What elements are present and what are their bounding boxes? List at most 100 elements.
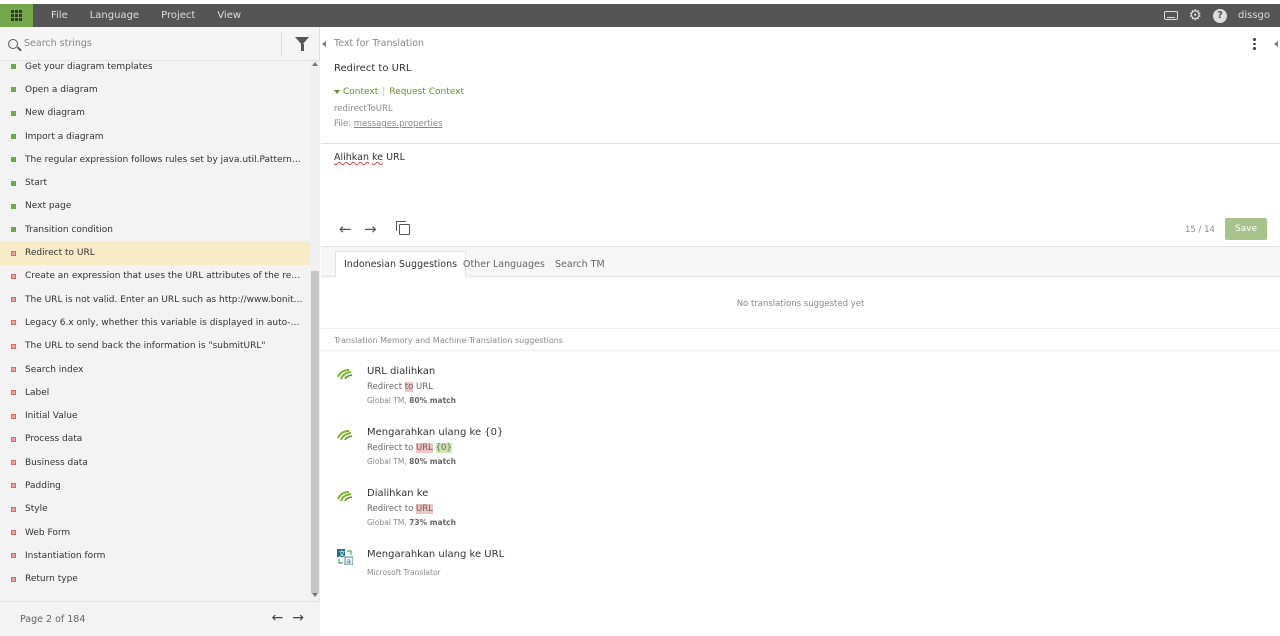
- string-label: Legacy 6.x only, whether this variable i…: [25, 317, 303, 328]
- string-list-item[interactable]: Business data: [0, 451, 310, 474]
- diff-inserted: {0}: [435, 443, 452, 453]
- string-list-item[interactable]: Instantiation form: [0, 544, 310, 567]
- string-list-item[interactable]: Next page: [0, 195, 310, 218]
- suggestion-title: Mengarahkan ulang ke {0}: [367, 427, 504, 438]
- next-string-arrow-right-icon[interactable]: →: [364, 222, 377, 237]
- top-bar: File Language Project View ⚙ ? dissgo: [0, 4, 1280, 27]
- source-part: Redirect to: [367, 443, 416, 453]
- tm-icon: [337, 491, 353, 502]
- string-list-item[interactable]: Import a diagram: [0, 125, 310, 148]
- user-name[interactable]: dissgo: [1238, 10, 1270, 21]
- menu-project[interactable]: Project: [161, 10, 195, 21]
- suggestion-source: Redirect to URL {0}: [367, 443, 452, 453]
- next-page-arrow-right-icon[interactable]: →: [292, 611, 304, 625]
- meta-source: Global TM,: [367, 396, 407, 405]
- prev-page-arrow-left-icon[interactable]: ←: [272, 611, 284, 625]
- string-label: Web Form: [25, 527, 71, 538]
- file-link[interactable]: messages.properties: [354, 119, 443, 129]
- microsoft-translator-icon: 文 a: [337, 549, 353, 565]
- collapse-right-icon[interactable]: [1274, 41, 1278, 47]
- search-input[interactable]: [24, 38, 274, 49]
- suggestion-item[interactable]: Mengarahkan ulang ke {0} Redirect to URL…: [321, 421, 1280, 476]
- suggestion-source: Redirect to URL: [367, 382, 433, 392]
- string-label: Business data: [25, 457, 88, 468]
- string-list-scrollbar[interactable]: [310, 61, 320, 599]
- string-list-item[interactable]: New diagram: [0, 102, 310, 125]
- search-icon: [8, 38, 18, 49]
- file-prefix: File:: [334, 119, 352, 129]
- empty-message: No translations suggested yet: [736, 299, 865, 309]
- suggestion-source: Redirect to URL: [367, 504, 433, 514]
- string-label: Search index: [25, 364, 84, 375]
- string-list-item[interactable]: Initial Value: [0, 404, 310, 427]
- pager: Page 2 of 184 ← →: [0, 601, 320, 636]
- string-list-item[interactable]: Web Form: [0, 521, 310, 544]
- keyboard-icon[interactable]: [1163, 11, 1178, 20]
- menu-language[interactable]: Language: [90, 10, 139, 21]
- string-label: Get your diagram templates: [25, 61, 153, 72]
- scroll-up-icon[interactable]: [312, 62, 318, 66]
- string-list-item[interactable]: The regular expression follows rules set…: [0, 148, 310, 171]
- scroll-thumb[interactable]: [311, 271, 319, 593]
- apps-button[interactable]: [0, 4, 33, 27]
- string-label: Return type: [25, 574, 78, 585]
- string-list-item[interactable]: Style: [0, 498, 310, 521]
- tab-indonesian-suggestions[interactable]: Indonesian Suggestions: [335, 251, 467, 277]
- status-indicator: [11, 250, 16, 256]
- suggestion-item[interactable]: 文 a Mengarahkan ulang ke URL Microsoft T…: [321, 543, 1280, 598]
- tab-other-languages[interactable]: Other Languages: [455, 251, 553, 277]
- string-list-item[interactable]: Redirect to URL: [0, 241, 310, 265]
- gear-icon[interactable]: ⚙: [1189, 8, 1202, 23]
- context-link[interactable]: Context: [343, 87, 378, 97]
- string-list-item[interactable]: Open a diagram: [0, 78, 310, 101]
- status-indicator: [11, 343, 16, 349]
- copy-icon[interactable]: [396, 221, 410, 235]
- meta-match: 80% match: [409, 396, 456, 405]
- string-list-item[interactable]: Process data: [0, 428, 310, 451]
- status-indicator: [11, 180, 16, 186]
- scroll-down-icon[interactable]: [312, 593, 318, 597]
- status-indicator: [11, 87, 16, 93]
- string-label: Initial Value: [25, 411, 78, 422]
- string-list-item[interactable]: Return type: [0, 568, 310, 591]
- save-button[interactable]: Save: [1225, 218, 1267, 240]
- request-context-link[interactable]: Request Context: [389, 87, 464, 97]
- meta-match: 73% match: [409, 518, 456, 527]
- string-list-item[interactable]: Transition condition: [0, 218, 310, 241]
- status-indicator: [11, 134, 16, 140]
- menu-file[interactable]: File: [51, 10, 68, 21]
- string-list-item[interactable]: Start: [0, 171, 310, 194]
- string-list-item[interactable]: Create an expression that uses the URL a…: [0, 265, 310, 288]
- status-indicator: [11, 460, 16, 466]
- search-divider: [281, 32, 282, 56]
- string-list-item[interactable]: Return type is mandatory: [0, 591, 310, 593]
- string-label: Instantiation form: [25, 550, 106, 561]
- collapse-left-icon[interactable]: [322, 41, 326, 47]
- status-indicator: [11, 506, 16, 512]
- string-list-item[interactable]: Padding: [0, 474, 310, 497]
- context-line: Context | Request Context: [334, 87, 464, 97]
- meta-match: 80% match: [409, 457, 456, 466]
- status-indicator: [11, 203, 16, 209]
- suggestion-meta: Global TM, 80% match: [367, 457, 456, 466]
- string-list-item[interactable]: The URL is not valid. Enter an URL such …: [0, 288, 310, 311]
- translation-text: URL: [386, 152, 405, 163]
- string-label: Process data: [25, 434, 83, 445]
- tab-search-tm[interactable]: Search TM: [547, 251, 613, 277]
- kebab-menu-icon[interactable]: [1253, 38, 1256, 50]
- translation-editor[interactable]: Alihkan ke URL: [334, 152, 1264, 212]
- filter-icon[interactable]: [295, 37, 309, 51]
- apps-grid-icon: [11, 10, 22, 21]
- string-list-item[interactable]: Get your diagram templates: [0, 55, 310, 78]
- suggestion-item[interactable]: URL dialihkan Redirect to URL Global TM,…: [321, 360, 1280, 415]
- svg-text:文: 文: [339, 549, 346, 558]
- string-list-item[interactable]: The URL to send back the information is …: [0, 335, 310, 358]
- string-label: Start: [25, 178, 47, 189]
- suggestion-item[interactable]: Dialihkan ke Redirect to URL Global TM, …: [321, 482, 1280, 537]
- string-list-item[interactable]: Legacy 6.x only, whether this variable i…: [0, 311, 310, 334]
- string-list-item[interactable]: Search index: [0, 358, 310, 381]
- prev-string-arrow-left-icon[interactable]: ←: [339, 222, 352, 237]
- menu-view[interactable]: View: [217, 10, 241, 21]
- string-list-item[interactable]: Label: [0, 381, 310, 404]
- help-icon[interactable]: ?: [1212, 8, 1227, 23]
